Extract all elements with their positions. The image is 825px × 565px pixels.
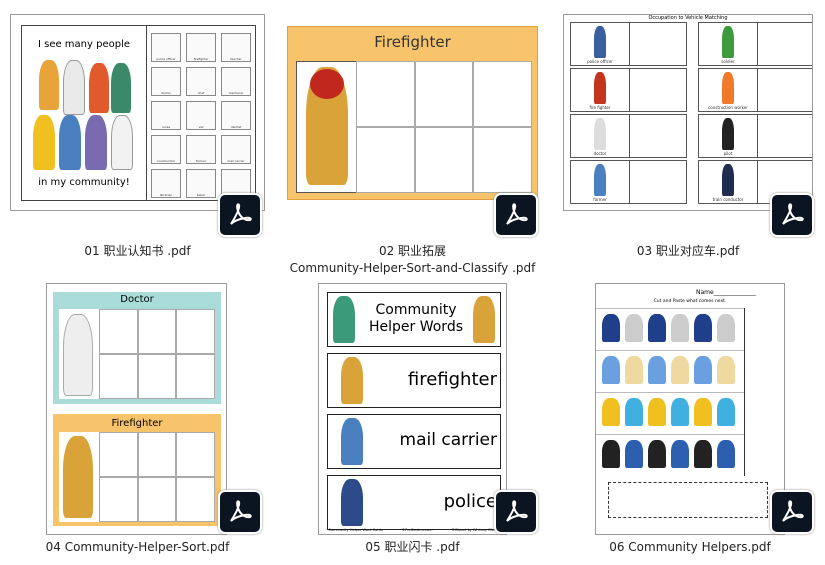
name-field: Name______________ <box>696 289 756 296</box>
card-label: chef <box>197 91 205 95</box>
card-label: construction <box>156 159 176 163</box>
card-word: mail carrier <box>399 430 497 450</box>
card-word: firefighter <box>407 369 497 390</box>
pdf-icon <box>770 193 814 237</box>
file-name[interactable]: 04 Community-Helper-Sort.pdf <box>20 538 255 556</box>
file-name[interactable]: 01 职业认知书 .pdf <box>10 242 265 260</box>
file-thumbnail[interactable]: Occupation to Vehicle Matching police of… <box>563 14 813 211</box>
thumb-card: firefighter <box>186 33 216 62</box>
thumb-title: Doctor <box>120 294 154 305</box>
thumb-card: vet <box>186 101 216 130</box>
card-label: vet <box>198 125 204 129</box>
file-thumbnail[interactable]: Doctor Firefighter <box>46 283 227 535</box>
thumb-card: construction <box>151 135 181 164</box>
card-word: Community Helper Words <box>368 302 463 335</box>
helper-figure <box>722 72 734 104</box>
card-label: police officer <box>156 57 176 61</box>
card-label: mail carrier <box>227 159 245 163</box>
card-label: firefighter <box>193 57 209 61</box>
file-name-line1[interactable]: 02 职业拓展 <box>287 242 538 260</box>
file-thumbnail[interactable]: Community Helper Word Cards ©PreKinders.c… <box>318 283 507 535</box>
card-label: nurse <box>161 125 171 129</box>
card-label: teacher <box>230 57 242 61</box>
file-thumbnail[interactable]: Name______________ Cut and Paste what co… <box>595 283 785 535</box>
file-thumbnail[interactable]: Firefighter <box>287 26 538 200</box>
helper-figure <box>722 26 734 58</box>
card-label: baker <box>196 193 206 197</box>
card-label: farmer <box>593 197 607 202</box>
helper-figure <box>722 164 734 196</box>
thumb-title: Occupation to Vehicle Matching <box>648 15 728 21</box>
thumb-title: Firefighter <box>374 33 451 51</box>
file-name[interactable]: 03 职业对应车.pdf <box>563 242 813 260</box>
card-word: police <box>443 491 497 512</box>
thumb-card: mail carrier <box>221 135 251 164</box>
pdf-icon <box>494 193 538 237</box>
thumb-card: farmer <box>186 135 216 164</box>
thumb-card: dentist <box>221 101 251 130</box>
card-label: librarian <box>159 193 173 197</box>
thumb-text: I see many people <box>37 39 131 50</box>
pdf-icon <box>218 193 262 237</box>
thumb-card: mechanic <box>221 67 251 96</box>
thumb-card: nurse <box>151 101 181 130</box>
card-label: doctor <box>161 91 171 95</box>
thumb-card: chef <box>186 67 216 96</box>
card-label: dentist <box>230 125 242 129</box>
file-name[interactable]: 06 Community Helpers.pdf <box>580 538 800 556</box>
file-thumbnail[interactable]: I see many people in my community! polic… <box>10 14 265 211</box>
thumb-card: baker <box>186 169 216 198</box>
helper-figure <box>594 72 606 104</box>
card-label: police officer <box>587 59 613 64</box>
card-label: pilot <box>723 151 733 156</box>
pdf-icon <box>218 490 262 534</box>
thumb-card: doctor <box>151 67 181 96</box>
thumb-card: teacher <box>221 33 251 62</box>
card-label: fire fighter <box>589 105 611 110</box>
card-label: doctor <box>593 151 607 156</box>
thumb-card: police officer <box>151 33 181 62</box>
file-name[interactable]: 05 职业闪卡 .pdf <box>318 538 507 556</box>
thumb-text: in my community! <box>38 177 130 188</box>
card-label: mechanic <box>228 91 244 95</box>
card-label: soldier <box>721 59 735 64</box>
helper-figure <box>594 164 606 196</box>
thumb-card: librarian <box>151 169 181 198</box>
card-label: train conductor <box>712 197 744 202</box>
helper-figure <box>594 118 606 150</box>
pdf-icon <box>494 490 538 534</box>
pdf-icon <box>770 490 814 534</box>
card-label: farmer <box>195 159 207 163</box>
instruction: Cut and Paste what comes next. <box>653 299 727 304</box>
helper-figure <box>594 26 606 58</box>
helper-figure <box>722 118 734 150</box>
thumb-title: Firefighter <box>111 418 163 429</box>
file-name-line2[interactable]: Community-Helper-Sort-and-Classify .pdf <box>262 259 563 277</box>
card-label: construction worker <box>708 105 748 110</box>
